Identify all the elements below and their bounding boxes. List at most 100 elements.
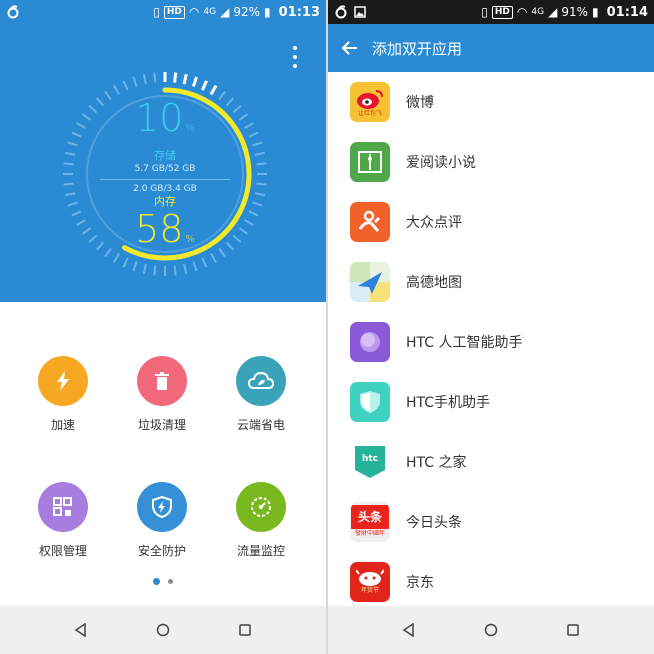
gauge-tick — [252, 141, 263, 147]
memory-percent-sign: % — [185, 234, 195, 245]
navigation-bar — [0, 606, 326, 654]
gauge-tick — [63, 182, 74, 186]
storage-tick — [182, 73, 188, 85]
gauge-tick — [238, 113, 249, 121]
weibo-icon-text: 让红包飞 — [357, 109, 382, 117]
clock: 01:13 — [278, 4, 320, 20]
back-arrow-icon[interactable] — [340, 38, 360, 58]
app-item-htc-assistant[interactable]: HTC手机助手 — [328, 372, 654, 432]
tool-label: 加速 — [50, 418, 75, 432]
memory-detail: 2.0 GB/3.4 GB — [133, 184, 197, 194]
memory-percent: 58 — [135, 207, 184, 251]
gauge-tick — [142, 74, 147, 85]
app-item-jd[interactable]: 年货节 京东 — [328, 552, 654, 606]
back-nav-icon[interactable] — [394, 615, 424, 645]
hd-badge: HD — [163, 5, 185, 19]
dianping-icon — [350, 202, 390, 242]
speedometer-icon — [236, 482, 286, 532]
gauge-tick — [65, 192, 76, 197]
app-name: HTC 之家 — [406, 455, 467, 471]
gauge-tick — [254, 192, 265, 197]
tool-label: 垃圾清理 — [137, 418, 186, 432]
app-item-dianping[interactable]: 大众点评 — [328, 192, 654, 252]
app-bar: 添加双开应用 — [328, 24, 654, 72]
book-icon — [350, 142, 390, 182]
storage-stat: 10% 存储 5.7 GB/52 GB — [95, 98, 235, 175]
app-name: 大众点评 — [406, 215, 462, 231]
tool-speed-up[interactable]: 加速 — [18, 356, 108, 433]
page-dot[interactable] — [168, 579, 173, 584]
app-name: 今日头条 — [406, 515, 462, 531]
app-item-htc-home[interactable]: htc HTC 之家 — [328, 432, 654, 492]
gauge-tick — [65, 151, 76, 156]
app-name: HTC 人工智能助手 — [406, 335, 523, 351]
tool-data-monitor[interactable]: 流量监控 — [216, 482, 306, 559]
gauge-tick — [248, 210, 259, 217]
cloud-leaf-icon — [236, 356, 286, 406]
recents-nav-icon[interactable] — [558, 615, 588, 645]
hd-badge: HD — [491, 5, 513, 19]
page-title: 添加双开应用 — [372, 39, 463, 58]
tool-label: 流量监控 — [236, 544, 285, 558]
gauge-tick — [153, 265, 157, 276]
more-options-icon[interactable] — [290, 46, 300, 68]
memory-stat: 2.0 GB/3.4 GB 内存 58% — [95, 183, 235, 260]
gauge-tick — [244, 122, 254, 129]
gauge-tick — [252, 201, 263, 207]
storage-tick — [201, 80, 208, 91]
tool-label: 安全防护 — [137, 544, 186, 558]
tool-permissions[interactable]: 权限管理 — [18, 482, 108, 559]
vibrate-icon: ▯ — [481, 5, 488, 19]
lightning-icon — [38, 356, 88, 406]
gauge-tick — [132, 261, 138, 272]
navigation-bar — [328, 606, 654, 654]
htc-swirl-icon — [335, 5, 347, 19]
jd-icon: 年货节 — [350, 562, 390, 602]
battery-percent: 91% — [561, 5, 588, 19]
app-item-amap[interactable]: 高德地图 — [328, 252, 654, 312]
app-item-htc-ai[interactable]: HTC 人工智能助手 — [328, 312, 654, 372]
tool-security[interactable]: 安全防护 — [117, 482, 207, 559]
add-dual-app-screen: ▯ HD ◠ 4G ◢ 91% ▮ 01:14 添加双开应用 让红包飞 微博 爱… — [328, 0, 654, 654]
home-nav-icon[interactable] — [476, 615, 506, 645]
gauge-tick — [76, 122, 86, 129]
gauge-tick — [81, 113, 92, 121]
toutiao-icon: 头条 發財中國年 — [350, 502, 390, 542]
gauge-tick — [63, 162, 74, 166]
back-nav-icon[interactable] — [66, 615, 96, 645]
gauge-tick — [76, 219, 86, 226]
divider — [100, 179, 230, 180]
page-dot-active[interactable] — [153, 578, 160, 585]
gauge-tick — [256, 162, 267, 166]
gauge-tick — [71, 210, 82, 217]
home-nav-icon[interactable] — [148, 615, 178, 645]
status-bar: ▯ HD ◠ 4G ◢ 91% ▮ 01:14 — [328, 0, 654, 24]
app-item-toutiao[interactable]: 头条 發財中國年 今日头条 — [328, 492, 654, 552]
storage-label: 存储 — [154, 149, 176, 162]
htc-ai-icon — [350, 322, 390, 362]
battery-icon: ▮ — [264, 5, 271, 19]
wifi-icon: ◠ — [188, 5, 200, 19]
network-badge: 4G — [203, 7, 217, 17]
gauge-tick — [256, 182, 267, 186]
trash-icon — [137, 356, 187, 406]
gauge-tick — [153, 72, 157, 83]
tool-cloud-power[interactable]: 云端省电 — [216, 356, 306, 433]
battery-percent: 92% — [233, 5, 260, 19]
app-item-weibo[interactable]: 让红包飞 微博 — [328, 72, 654, 132]
app-name: 微博 — [406, 95, 434, 111]
app-item-reading[interactable]: 爱阅读小说 — [328, 132, 654, 192]
recents-nav-icon[interactable] — [230, 615, 260, 645]
clock: 01:14 — [606, 4, 648, 20]
gauge-tick — [248, 131, 259, 138]
htc-swirl-icon — [7, 5, 19, 19]
app-name: 京东 — [406, 575, 434, 591]
toutiao-icon-sub: 發財中國年 — [354, 530, 385, 537]
gauge-tick — [254, 151, 265, 156]
storage-tick — [173, 72, 178, 83]
tool-label: 云端省电 — [236, 418, 285, 432]
gauge-tick — [122, 80, 129, 91]
tool-junk-clean[interactable]: 垃圾清理 — [117, 356, 207, 433]
gauge-tick — [71, 131, 82, 138]
htc-home-icon: htc — [350, 442, 390, 482]
